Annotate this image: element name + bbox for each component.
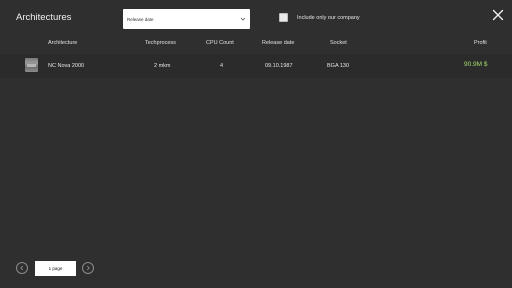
column-header-profit[interactable]: Profit — [474, 39, 487, 47]
include-own-company-checkbox[interactable] — [279, 13, 288, 22]
column-header-release-date[interactable]: Release date — [262, 39, 294, 47]
column-header-architecture[interactable]: Architecture — [48, 39, 77, 47]
chevron-right-icon — [86, 265, 90, 271]
chevron-left-icon — [20, 265, 24, 271]
column-header-cpu-count[interactable]: CPU Count — [206, 39, 234, 47]
sort-select[interactable]: Release date — [123, 9, 250, 29]
page-title: Architectures — [16, 12, 72, 23]
cell-cpu-count: 4 — [220, 63, 224, 69]
page-indicator[interactable]: 1 page — [35, 261, 76, 276]
cell-profit: 90.9M $ — [464, 61, 488, 68]
cell-release-date: 09.10.1987 — [265, 63, 293, 69]
sort-select-value: Release date — [127, 16, 154, 22]
close-icon[interactable] — [492, 8, 504, 21]
cell-architecture: NC Nova 2000 — [48, 63, 85, 69]
next-page-button[interactable] — [82, 262, 94, 274]
architecture-thumbnail — [25, 58, 38, 72]
include-own-company-label: Include only our company — [297, 15, 360, 21]
cell-socket: BGA 130 — [327, 63, 350, 69]
previous-page-button[interactable] — [16, 262, 28, 274]
cell-techprocess: 2 mkm — [154, 63, 171, 69]
column-header-techprocess[interactable]: Techprocess — [145, 39, 176, 47]
chevron-down-icon — [240, 16, 246, 22]
column-header-socket[interactable]: Socket — [330, 39, 347, 47]
